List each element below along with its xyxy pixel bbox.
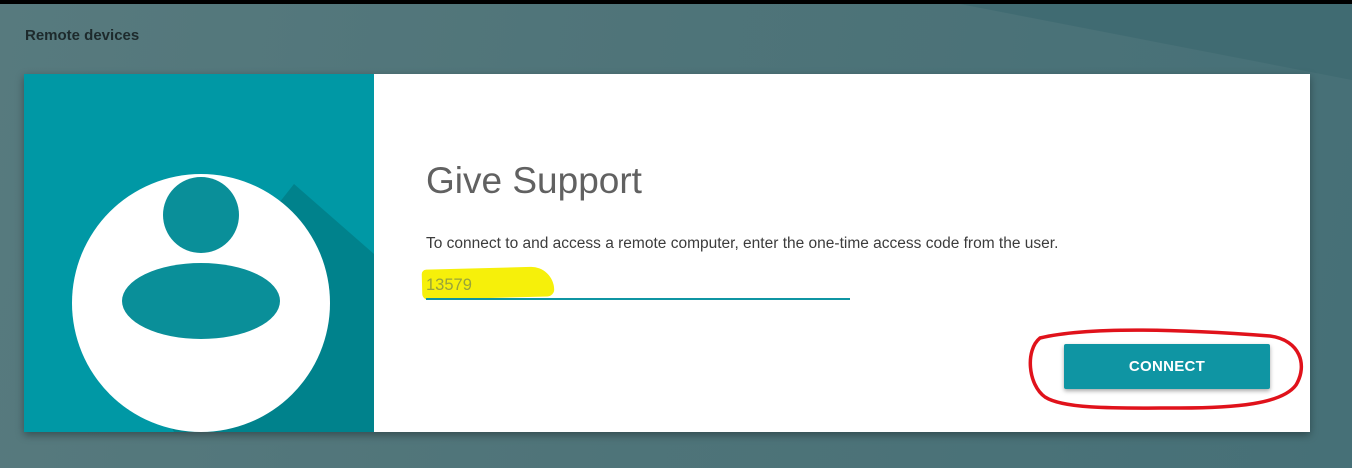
access-code-input[interactable] xyxy=(426,272,850,300)
connect-button[interactable]: CONNECT xyxy=(1064,344,1270,389)
person-icon xyxy=(72,174,374,432)
give-support-card: Give Support To connect to and access a … xyxy=(24,74,1310,432)
support-content: Give Support To connect to and access a … xyxy=(374,74,1310,432)
hero-panel xyxy=(24,74,374,432)
instructions-text: To connect to and access a remote comput… xyxy=(426,235,1059,252)
page-title: Give Support xyxy=(426,160,642,201)
remote-desktop-screen: Remote devices Give Support To connect t… xyxy=(0,0,1352,468)
section-title: Remote devices xyxy=(25,27,140,44)
